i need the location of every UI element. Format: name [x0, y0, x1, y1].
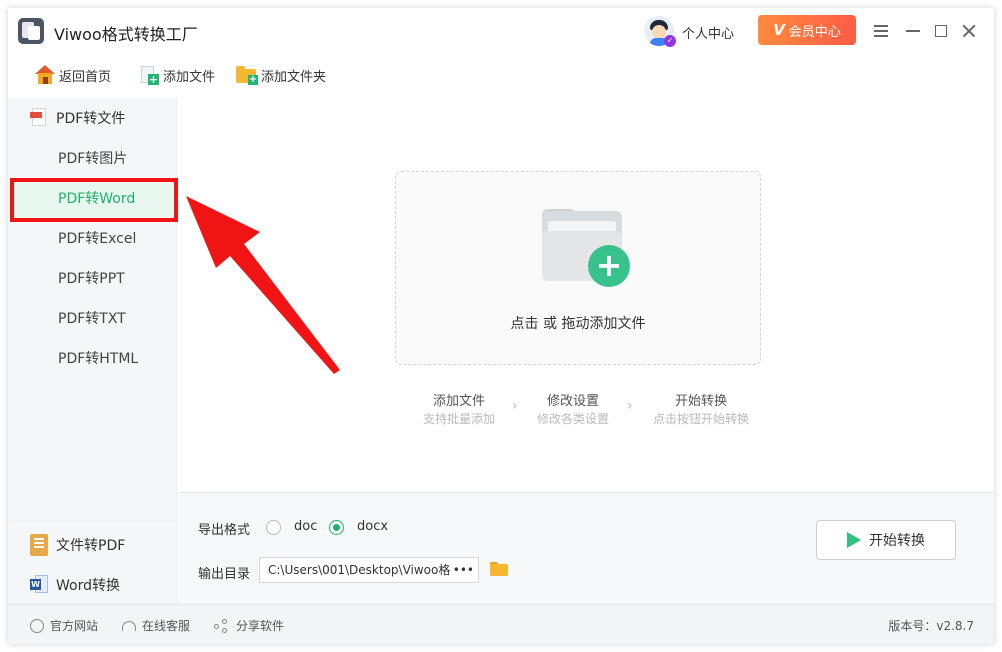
official-website-link[interactable]: 官方网站	[30, 617, 98, 634]
sidebar-item-pdf-to-image[interactable]: PDF转图片	[8, 138, 177, 178]
home-label: 返回首页	[59, 69, 112, 85]
chevron-right-icon: ›	[512, 398, 518, 414]
chevron-right-icon: ›	[627, 398, 633, 414]
maximize-icon[interactable]	[930, 20, 952, 42]
official-website-label: 官方网站	[50, 619, 99, 633]
sidebar-group-label: Word转换	[56, 578, 120, 594]
sidebar-item-pdf-to-txt[interactable]: PDF转TXT	[8, 298, 177, 338]
sidebar-item-label: PDF转Excel	[58, 231, 137, 247]
pdf-icon	[30, 108, 48, 128]
online-service-link[interactable]: 在线客服	[122, 617, 190, 634]
open-folder-icon[interactable]	[490, 562, 508, 576]
start-convert-button[interactable]: 开始转换	[816, 520, 956, 560]
add-folder-icon: +	[236, 65, 258, 85]
home-button[interactable]: 返回首页	[34, 64, 111, 86]
version-label: 版本号：v2.8.7	[888, 619, 974, 633]
sidebar-group-label: PDF转文件	[56, 111, 126, 127]
output-dir-label: 输出目录	[198, 567, 251, 582]
sidebar-item-label: PDF转HTML	[58, 351, 139, 367]
add-folder-button[interactable]: + 添加文件夹	[236, 64, 326, 86]
user-center-link[interactable]: 个人中心	[682, 23, 734, 42]
start-convert-label: 开始转换	[869, 533, 925, 549]
step-add-files: 添加文件 支持批量添加	[404, 390, 514, 427]
output-dir-input[interactable]: C:\Users\001\Desktop\Viwoo格式 •••	[259, 557, 479, 583]
step-title: 添加文件	[432, 394, 485, 409]
sidebar-group-file-to-pdf[interactable]: 文件转PDF	[8, 525, 177, 565]
share-software-label: 分享软件	[236, 619, 285, 633]
app-title: Viwoo格式转换工厂	[54, 25, 198, 44]
format-doc-radio[interactable]	[266, 520, 281, 535]
menu-icon[interactable]	[870, 20, 892, 42]
step-title: 修改设置	[546, 394, 599, 409]
step-start-convert: 开始转换 点击按钮开始转换	[646, 390, 756, 427]
add-file-icon: +	[138, 65, 160, 85]
online-service-label: 在线客服	[142, 619, 191, 633]
word-icon: W	[30, 575, 48, 595]
sidebar: PDF转文件 PDF转图片 PDF转Word PDF转Excel PDF转PPT…	[8, 98, 177, 604]
format-doc-label[interactable]: doc	[294, 519, 317, 534]
format-docx-label[interactable]: docx	[357, 519, 388, 534]
sidebar-item-label: PDF转PPT	[58, 271, 125, 287]
headset-icon	[122, 620, 136, 631]
step-subtitle: 修改各类设置	[536, 412, 609, 426]
sidebar-item-pdf-to-excel[interactable]: PDF转Excel	[8, 218, 177, 258]
close-icon[interactable]	[958, 20, 980, 42]
toolbar: 返回首页 + 添加文件 + 添加文件夹	[8, 54, 994, 96]
home-icon	[34, 65, 56, 85]
sidebar-group-label: 文件转PDF	[56, 538, 126, 554]
sidebar-item-label: PDF转图片	[58, 151, 128, 167]
sidebar-item-pdf-to-html[interactable]: PDF转HTML	[8, 338, 177, 378]
step-title: 开始转换	[674, 394, 727, 409]
sidebar-group-word-convert[interactable]: W Word转换	[8, 565, 177, 605]
add-file-label: 添加文件	[163, 69, 216, 85]
play-icon	[847, 532, 861, 548]
globe-icon	[30, 618, 44, 633]
format-docx-radio[interactable]	[329, 520, 344, 535]
step-modify-settings: 修改设置 修改各类设置	[518, 390, 628, 427]
file-to-pdf-icon	[30, 534, 48, 556]
step-subtitle: 点击按钮开始转换	[652, 412, 749, 426]
vip-center-button[interactable]: V 会员中心	[758, 15, 856, 45]
vip-center-label: 会员中心	[788, 24, 841, 40]
verified-badge-icon: ✓	[664, 35, 676, 47]
title-bar: Viwoo格式转换工厂 ✓ 个人中心 V 会员中心	[8, 8, 994, 54]
status-bar: 官方网站 在线客服 分享软件 版本号：v2.8.7	[8, 604, 994, 644]
sidebar-item-label: PDF转TXT	[58, 311, 126, 327]
vip-v-icon: V	[773, 21, 785, 39]
annotation-highlight-box	[10, 178, 178, 222]
output-dir-value: C:\Users\001\Desktop\Viwoo格式	[268, 563, 463, 577]
app-logo-icon	[18, 18, 44, 44]
share-icon	[214, 618, 230, 633]
add-file-button[interactable]: + 添加文件	[138, 64, 215, 86]
step-subtitle: 支持批量添加	[422, 412, 495, 426]
output-dir-ellipsis: •••	[450, 558, 474, 582]
add-folder-large-icon[interactable]: +	[542, 209, 632, 291]
dropzone-hint: 点击 或 拖动添加文件	[510, 316, 646, 332]
sidebar-group-pdf-to-file[interactable]: PDF转文件	[8, 98, 177, 138]
export-format-label: 导出格式	[198, 523, 251, 538]
add-folder-label: 添加文件夹	[261, 69, 327, 85]
share-software-link[interactable]: 分享软件	[214, 617, 284, 634]
minimize-icon[interactable]	[902, 20, 924, 42]
sidebar-item-pdf-to-ppt[interactable]: PDF转PPT	[8, 258, 177, 298]
